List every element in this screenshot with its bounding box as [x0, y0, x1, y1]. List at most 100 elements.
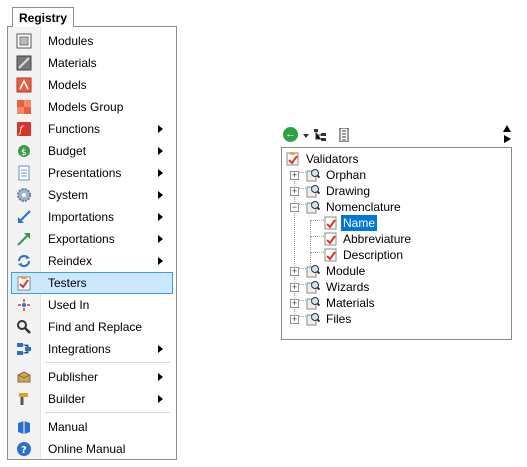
- menu-item-reindex[interactable]: Reindex: [11, 250, 173, 272]
- tree-node-wizards[interactable]: + Wizards: [282, 279, 482, 295]
- menu-item-online-manual[interactable]: ? Online Manual: [11, 438, 173, 460]
- magnifier-validator-icon: [306, 168, 321, 182]
- validators-tree[interactable]: Validators + Orphan + Drawing − Nomencla…: [281, 147, 512, 340]
- menu-item-integrations[interactable]: Integrations: [11, 338, 173, 360]
- menu-item-models-group[interactable]: Models Group: [11, 96, 173, 118]
- registry-menu: Modules Materials Models Models Group f …: [7, 26, 177, 460]
- menu-item-modules[interactable]: Modules: [11, 30, 173, 52]
- tree-node-description[interactable]: Description: [324, 247, 474, 263]
- menu-item-label: Models: [48, 78, 87, 92]
- tree-connector: [310, 220, 311, 268]
- presentations-icon: [16, 165, 32, 181]
- expand-plus-icon[interactable]: +: [290, 283, 299, 292]
- validator-check-icon: [324, 216, 338, 230]
- toolbar-scroll-arrows[interactable]: [502, 124, 512, 144]
- menu-item-used-in[interactable]: Used In: [11, 294, 173, 316]
- menu-item-label: Reindex: [48, 254, 93, 268]
- tree-connector: [310, 236, 324, 237]
- menu-item-label: Manual: [48, 420, 88, 434]
- validators-icon: [286, 152, 300, 166]
- magnifier-validator-icon: [306, 296, 321, 310]
- menu-item-publisher[interactable]: Publisher: [11, 366, 173, 388]
- expand-plus-icon[interactable]: +: [290, 171, 299, 180]
- menu-item-functions[interactable]: f Functions: [11, 118, 173, 140]
- collapse-minus-icon[interactable]: −: [290, 203, 299, 212]
- menu-item-manual[interactable]: Manual: [11, 416, 173, 438]
- menu-item-label: Importations: [48, 210, 115, 224]
- tree-node-label: Description: [343, 248, 404, 262]
- menu-item-label: Materials: [48, 56, 97, 70]
- menu-item-label: System: [48, 188, 89, 202]
- menu-item-label: Models Group: [48, 100, 124, 114]
- tree-node-module[interactable]: + Module: [282, 263, 482, 279]
- tree-node-materials[interactable]: + Materials: [282, 295, 482, 311]
- menu-item-label: Used In: [48, 298, 90, 312]
- menu-separator: [45, 362, 170, 363]
- menu-item-materials[interactable]: Materials: [11, 52, 173, 74]
- tree-node-drawing[interactable]: + Drawing: [282, 183, 482, 199]
- svg-text:?: ?: [21, 445, 27, 456]
- back-dropdown-arrow[interactable]: [303, 134, 309, 138]
- menu-item-testers[interactable]: Testers: [11, 272, 173, 294]
- magnifier-validator-icon: [306, 312, 321, 326]
- menu-item-system[interactable]: System: [11, 184, 173, 206]
- tree-node-label: Drawing: [326, 184, 371, 198]
- tree-node-label: Validators: [306, 152, 359, 166]
- back-arrow-icon[interactable]: ←: [283, 127, 298, 142]
- menu-item-label: Find and Replace: [48, 320, 143, 334]
- integrations-icon: [16, 341, 32, 357]
- tree-node-label: Nomenclature: [326, 200, 401, 214]
- menu-item-label: Presentations: [48, 166, 122, 180]
- tree-connector: [310, 252, 324, 253]
- modules-icon: [16, 33, 32, 49]
- magnifier-validator-icon: [306, 184, 321, 198]
- menu-item-label: Integrations: [48, 342, 111, 356]
- tree-node-label: Module: [326, 264, 366, 278]
- magnifier-validator-icon: [306, 280, 321, 294]
- builder-icon: [16, 391, 32, 407]
- publisher-icon: [16, 369, 32, 385]
- validator-check-icon: [324, 232, 338, 246]
- submenu-arrow-icon: [158, 213, 163, 221]
- reindex-icon: [16, 253, 32, 269]
- expand-plus-icon[interactable]: +: [290, 267, 299, 276]
- expand-plus-icon[interactable]: +: [290, 299, 299, 308]
- functions-icon: f: [16, 121, 32, 137]
- tree-node-nomenclature[interactable]: − Nomenclature: [282, 199, 482, 215]
- tree-node-label: Abbreviature: [343, 232, 412, 246]
- magnifier-validator-icon: [306, 200, 321, 214]
- tree-node-files[interactable]: + Files: [282, 311, 482, 327]
- menu-item-presentations[interactable]: Presentations: [11, 162, 173, 184]
- materials-icon: [16, 55, 32, 71]
- menu-item-label: Functions: [48, 122, 101, 136]
- submenu-arrow-icon: [158, 235, 163, 243]
- submenu-arrow-icon: [158, 147, 163, 155]
- menu-item-label: Builder: [48, 392, 86, 406]
- used-in-icon: [16, 297, 32, 313]
- help-icon: ?: [16, 441, 32, 457]
- find-replace-icon: [16, 319, 32, 335]
- expand-plus-icon[interactable]: +: [290, 315, 299, 324]
- svg-text:$: $: [21, 148, 27, 158]
- magnifier-validator-icon: [306, 264, 321, 278]
- menu-item-find-replace[interactable]: Find and Replace: [11, 316, 173, 338]
- expand-all-icon[interactable]: [339, 127, 349, 143]
- tree-node-name[interactable]: Name: [324, 215, 474, 231]
- validator-check-icon: [324, 248, 338, 262]
- importations-icon: [16, 209, 32, 225]
- registry-menu-tab[interactable]: Registry: [12, 7, 74, 27]
- menu-item-label: Online Manual: [48, 442, 126, 456]
- tree-node-orphan[interactable]: + Orphan: [282, 167, 482, 183]
- tree-view-icon[interactable]: [314, 128, 328, 142]
- expand-plus-icon[interactable]: +: [290, 187, 299, 196]
- submenu-arrow-icon: [158, 169, 163, 177]
- menu-item-models[interactable]: Models: [11, 74, 173, 96]
- menu-item-builder[interactable]: Builder: [11, 388, 173, 410]
- exportations-icon: [16, 231, 32, 247]
- budget-icon: $: [16, 143, 32, 159]
- menu-item-importations[interactable]: Importations: [11, 206, 173, 228]
- menu-item-budget[interactable]: $ Budget: [11, 140, 173, 162]
- tree-node-abbreviature[interactable]: Abbreviature: [324, 231, 474, 247]
- menu-item-label: Exportations: [48, 232, 115, 246]
- menu-item-exportations[interactable]: Exportations: [11, 228, 173, 250]
